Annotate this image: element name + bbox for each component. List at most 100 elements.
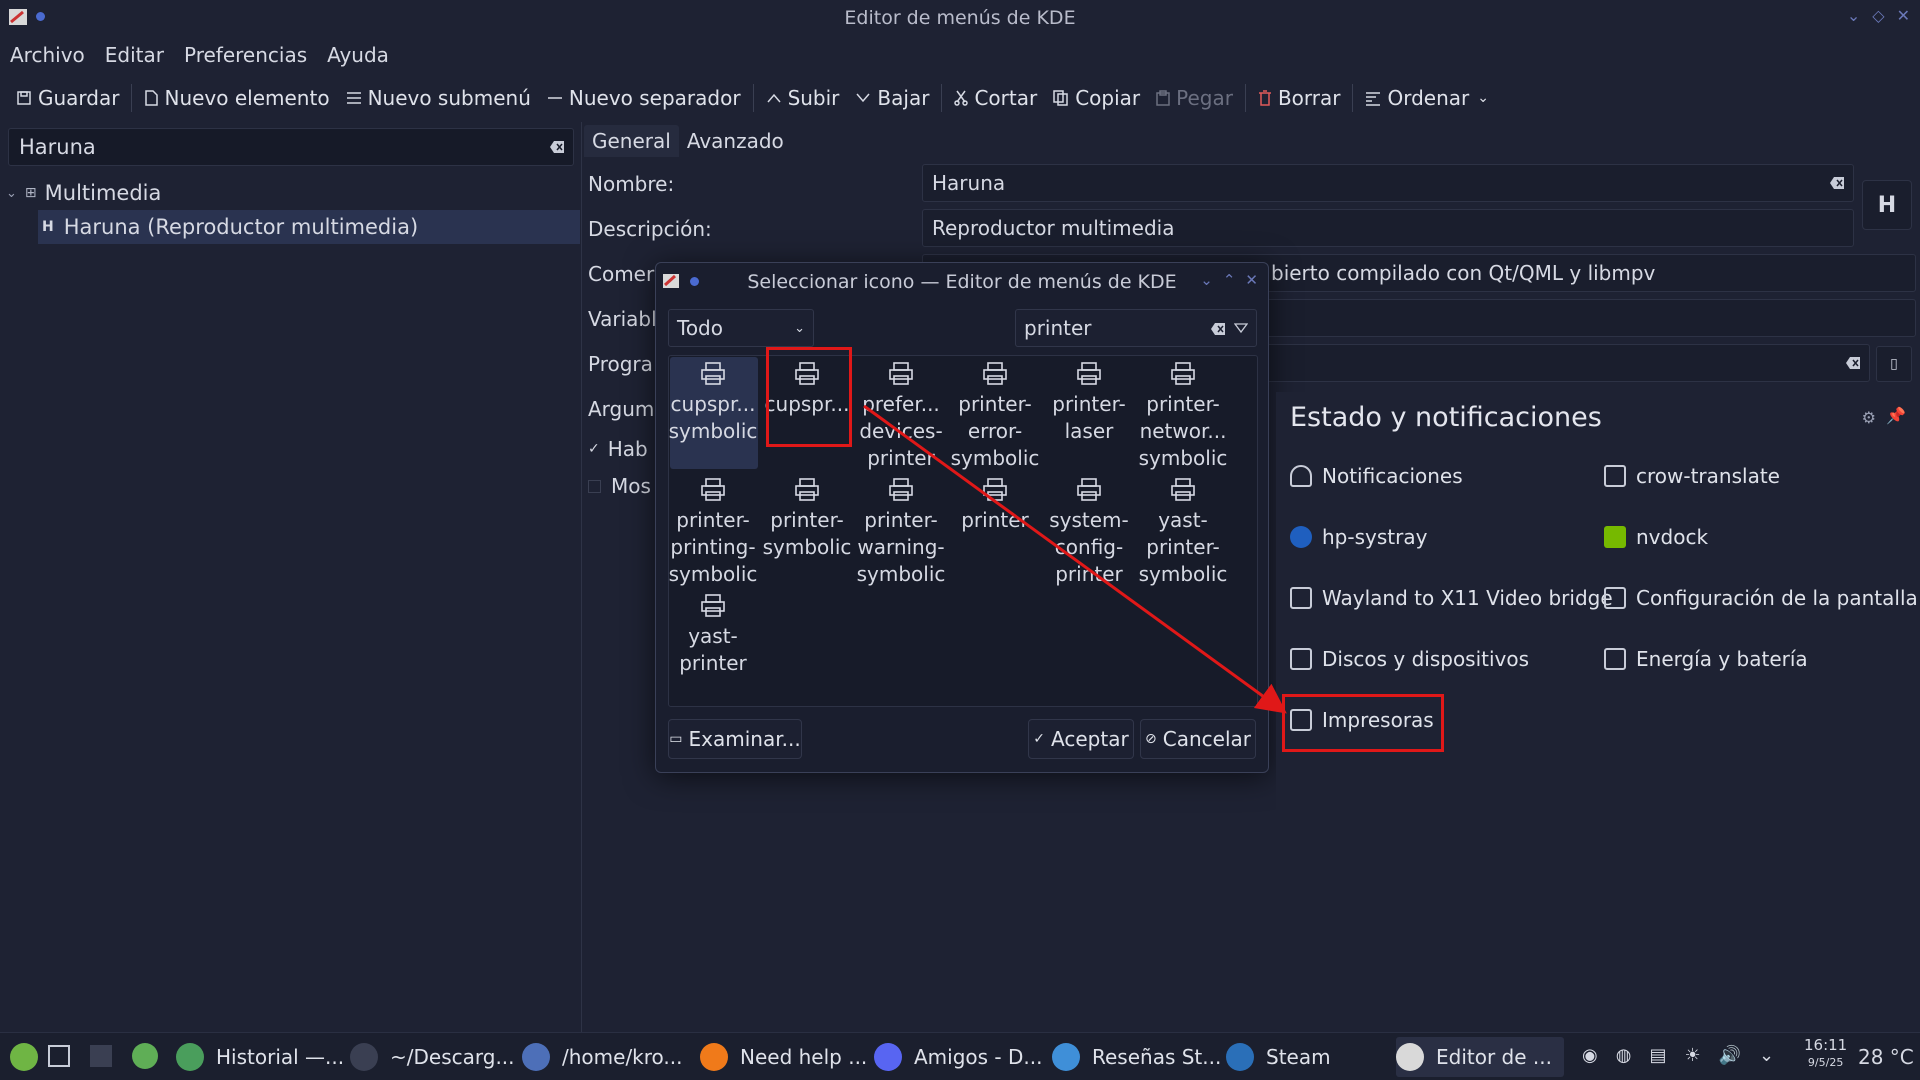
description-field[interactable]: Reproductor multimedia [922, 209, 1854, 247]
taskbar-task[interactable]: Amigos - D... [874, 1037, 1046, 1077]
tray-item-label: Notificaciones [1322, 464, 1463, 488]
taskbar-task[interactable]: Editor de ... [1396, 1037, 1564, 1077]
highlight-box-icon [766, 347, 852, 447]
icon-choice[interactable]: printer- networ... symbolic [1138, 361, 1228, 472]
tray-item[interactable]: Wayland to X11 Video bridge [1290, 586, 1613, 610]
move-up-button[interactable]: Subir [758, 81, 848, 115]
tray-item[interactable]: Notificaciones [1290, 464, 1463, 488]
chevron-down-icon[interactable]: ⌄ [1759, 1045, 1774, 1066]
tray-item-label: Discos y dispositivos [1322, 647, 1530, 671]
icon-choice[interactable]: cupspr... symbolic [668, 361, 758, 445]
tray-item[interactable]: crow-translate [1604, 464, 1780, 488]
discord-tray-icon[interactable]: ◉ [1582, 1045, 1598, 1066]
icon-search-input[interactable]: printer [1015, 309, 1257, 347]
tree-item-haruna[interactable]: H Haruna (Reproductor multimedia) [38, 210, 580, 244]
close-icon[interactable]: ✕ [1245, 271, 1258, 289]
taskbar-task[interactable]: Need help ... [700, 1037, 870, 1077]
sort-button[interactable]: Ordenar ⌄ [1357, 81, 1497, 115]
icon-choice-label: system- config- printer [1049, 508, 1129, 586]
taskbar-task[interactable]: /home/kro... [522, 1037, 696, 1077]
app-icon-button[interactable]: H [1862, 180, 1912, 230]
icon-choice[interactable]: yast- printer- symbolic [1138, 477, 1228, 588]
show-checkbox[interactable]: Mos [588, 474, 651, 498]
menu-preferencias[interactable]: Preferencias [184, 43, 307, 67]
title-bar: Editor de menús de KDE ⌄ ◇ ✕ [0, 0, 1920, 36]
tab-general[interactable]: General [584, 125, 679, 157]
icon-choice[interactable]: system- config- printer [1044, 477, 1134, 588]
tree-item-multimedia[interactable]: ⌄ ⊞ Multimedia [0, 176, 580, 210]
browse-file-icon[interactable]: ▯ [1876, 346, 1912, 382]
taskbar-task[interactable]: ~/Descarg... [350, 1037, 518, 1077]
bell-icon [1290, 465, 1312, 487]
filter-select[interactable]: Todo ⌄ [668, 309, 814, 347]
icon-choice-label: printer- symbolic [762, 508, 852, 559]
menu-ayuda[interactable]: Ayuda [327, 43, 389, 67]
icon-choice[interactable]: printer- warning- symbolic [856, 477, 946, 588]
pager-icon[interactable] [90, 1045, 112, 1067]
clipboard-icon[interactable]: ▤ [1649, 1045, 1666, 1066]
maximize-icon[interactable]: ⌃ [1223, 271, 1236, 289]
save-button[interactable]: Guardar [8, 81, 127, 115]
copy-button[interactable]: Copiar [1045, 81, 1148, 115]
browse-button[interactable]: ▭ Examinar... [668, 719, 802, 759]
home-icon[interactable] [132, 1043, 158, 1069]
paste-button[interactable]: Pegar [1148, 81, 1241, 115]
menu-archivo[interactable]: Archivo [10, 43, 85, 67]
icon-choice[interactable]: printer [950, 477, 1040, 534]
task-app-icon [1396, 1043, 1424, 1071]
minimize-icon[interactable]: ⌄ [1847, 6, 1860, 25]
chevron-down-icon[interactable]: ⌄ [6, 186, 17, 201]
move-down-button[interactable]: Bajar [847, 81, 937, 115]
icon-choice[interactable]: printer- laser [1044, 361, 1134, 445]
menu-icon [346, 92, 361, 104]
brightness-icon[interactable]: ☀ [1684, 1045, 1700, 1066]
browse-label: Examinar... [688, 727, 801, 751]
trash-icon [1258, 90, 1271, 106]
steam-tray-icon[interactable]: ◍ [1616, 1045, 1632, 1066]
tray-item[interactable]: Discos y dispositivos [1290, 647, 1529, 671]
tray-item[interactable]: hp-systray [1290, 525, 1427, 549]
clock-time: 16:11 [1804, 1036, 1848, 1054]
start-menu-icon[interactable] [10, 1043, 38, 1071]
clear-icon[interactable] [549, 140, 565, 154]
icon-choice[interactable]: printer- printing- symbolic [668, 477, 758, 588]
clear-icon[interactable] [1210, 322, 1226, 336]
tab-avanzado[interactable]: Avanzado [679, 125, 792, 157]
cut-button[interactable]: Cortar [946, 81, 1045, 115]
icon-choice[interactable]: prefer... devices- printer [856, 361, 946, 472]
taskbar-task[interactable]: Reseñas St... [1052, 1037, 1222, 1077]
task-label: Need help ... [740, 1045, 868, 1069]
icon-choice-label: yast- printer- symbolic [1138, 508, 1228, 586]
tray-item[interactable]: Energía y batería [1604, 647, 1808, 671]
new-item-button[interactable]: Nuevo elemento [136, 81, 337, 115]
new-separator-button[interactable]: Nuevo separador [539, 81, 749, 115]
search-input[interactable]: Haruna [8, 128, 574, 166]
filter-icon[interactable] [1234, 323, 1248, 335]
minimize-icon[interactable]: ⌄ [1200, 271, 1213, 289]
tray-item[interactable]: Configuración de la pantalla [1604, 586, 1918, 610]
icon-choice[interactable]: yast- printer [668, 593, 758, 677]
icon-choice[interactable]: printer- symbolic [762, 477, 852, 561]
taskbar-task[interactable]: Historial —... [176, 1037, 346, 1077]
clear-icon[interactable] [1845, 356, 1861, 370]
configure-icon[interactable]: ⚙ [1862, 408, 1876, 427]
clock[interactable]: 16:11 9/5/25 [1804, 1037, 1847, 1071]
clear-icon[interactable] [1829, 176, 1845, 190]
maximize-icon[interactable]: ◇ [1872, 6, 1884, 25]
weather-temperature[interactable]: 28 °C [1858, 1045, 1914, 1069]
pin-icon[interactable]: 📌 [1886, 406, 1906, 425]
new-submenu-button[interactable]: Nuevo submenú [338, 81, 539, 115]
icon-choice[interactable]: printer- error- symbolic [950, 361, 1040, 472]
enable-checkbox[interactable]: ✓ Hab [588, 437, 648, 461]
close-icon[interactable]: ✕ [1897, 6, 1910, 25]
cancel-button[interactable]: ⊘ Cancelar [1140, 719, 1256, 759]
menu-editar[interactable]: Editar [105, 43, 164, 67]
taskbar-task[interactable]: Steam [1226, 1037, 1392, 1077]
name-field[interactable]: Haruna [922, 164, 1854, 202]
volume-icon[interactable]: 🔊 [1719, 1045, 1741, 1066]
delete-button[interactable]: Borrar [1250, 81, 1349, 115]
tray-item[interactable]: nvdock [1604, 525, 1708, 549]
copy-icon [1053, 90, 1068, 106]
accept-button[interactable]: ✓ Aceptar [1028, 719, 1134, 759]
desktop-icon[interactable] [48, 1045, 70, 1067]
